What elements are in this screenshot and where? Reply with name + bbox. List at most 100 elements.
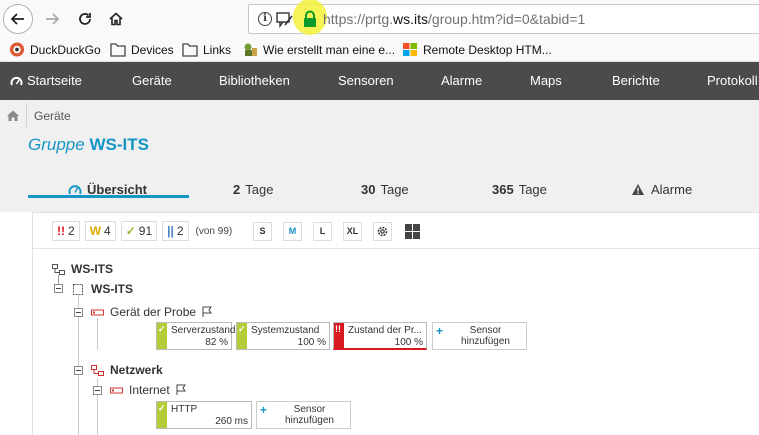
node-label: Gerät der Probe — [110, 305, 197, 319]
tab-alarme[interactable]: Alarme — [631, 180, 692, 198]
tab-number: 2 — [233, 181, 241, 197]
permissions-icon[interactable] — [276, 11, 294, 28]
url-domain: ws.its — [393, 11, 429, 27]
nav-item-alarme[interactable]: Alarme — [441, 62, 482, 100]
device-icon — [110, 387, 123, 393]
status-count: 91 — [138, 224, 153, 238]
alert-icon: !! — [335, 324, 341, 334]
down-icon: !! — [57, 224, 65, 238]
bookmark-remote-desktop[interactable]: Remote Desktop HTM... — [402, 41, 552, 58]
sensor-value: 82 % — [205, 337, 228, 348]
sensor-tile[interactable]: ✓ Serverzustand 82 % — [156, 322, 235, 350]
warning-icon — [632, 183, 644, 195]
add-sensor-button[interactable]: + Sensor hinzufügen — [432, 322, 527, 350]
tab-2-tage[interactable]: 2 Tage — [233, 180, 273, 198]
tree-device-node[interactable]: Gerät der Probe — [91, 305, 213, 319]
folder-icon — [110, 43, 126, 57]
url-text[interactable]: https://prtg.ws.its/group.htm?id=0&tabid… — [323, 11, 585, 27]
sensor-tile[interactable]: ✓ HTTP 260 ms — [156, 401, 252, 429]
nav-item-geraete[interactable]: Geräte — [132, 62, 172, 100]
arrow-right-icon — [46, 13, 60, 25]
status-up[interactable]: ✓ 91 — [120, 221, 158, 241]
url-bar[interactable]: i https://prtg.ws.its/group.htm?id=0&tab… — [248, 0, 759, 35]
device-icon — [91, 309, 104, 315]
settings-button[interactable] — [373, 222, 392, 241]
status-paused[interactable]: || 2 — [162, 221, 189, 241]
sensor-name: HTTP — [171, 404, 198, 415]
page-title-prefix: Gruppe — [28, 135, 85, 154]
check-icon: ✓ — [238, 324, 246, 334]
size-m-button[interactable]: M — [283, 222, 302, 241]
main-nav: Startseite Geräte Bibliotheken Sensoren … — [0, 62, 759, 100]
nav-item-protokoll[interactable]: Protokoll — [707, 62, 758, 100]
sensor-status-bar: ✓ — [237, 323, 247, 349]
collapse-toggle[interactable] — [74, 308, 83, 317]
node-label: WS-ITS — [71, 262, 113, 276]
gear-icon — [377, 226, 388, 237]
forward-button[interactable] — [37, 4, 67, 34]
bookmark-duckduckgo[interactable]: DuckDuckGo — [9, 41, 101, 58]
size-s-button[interactable]: S — [253, 222, 272, 241]
probe-icon — [73, 283, 83, 295]
status-down[interactable]: !! 2 — [52, 221, 80, 241]
tab-30-tage[interactable]: 30 Tage — [361, 180, 409, 198]
tree-root-node[interactable]: WS-ITS — [52, 262, 113, 276]
bookmark-label: Links — [203, 42, 232, 57]
flag-icon[interactable] — [176, 384, 187, 396]
home-icon[interactable] — [7, 110, 19, 121]
size-xl-button[interactable]: XL — [343, 222, 362, 241]
gauge-icon — [68, 184, 82, 194]
nav-item-bibliotheken[interactable]: Bibliotheken — [219, 62, 290, 100]
back-button[interactable] — [3, 4, 33, 34]
node-label: WS-ITS — [91, 282, 133, 296]
breadcrumb-item[interactable]: Geräte — [34, 109, 71, 123]
tab-label: Alarme — [651, 181, 693, 197]
tab-number: 30 — [361, 181, 376, 197]
bookmark-links[interactable]: Links — [182, 41, 231, 58]
grid-view-button[interactable] — [403, 222, 422, 241]
collapse-toggle[interactable] — [54, 284, 63, 293]
sensor-tile[interactable]: ✓ Systemzustand 100 % — [236, 322, 330, 350]
nav-item-berichte[interactable]: Berichte — [612, 62, 660, 100]
size-l-button[interactable]: L — [313, 222, 332, 241]
tab-365-tage[interactable]: 365 Tage — [492, 180, 547, 198]
page-title-name: WS-ITS — [89, 135, 149, 154]
lock-icon[interactable] — [302, 10, 318, 28]
browser-toolbar: i https://prtg.ws.its/group.htm?id=0&tab… — [0, 0, 759, 37]
collapse-toggle[interactable] — [93, 386, 102, 395]
add-sensor-button[interactable]: + Sensor hinzufügen — [256, 401, 351, 429]
add-sensor-label: Sensor hinzufügen — [461, 325, 510, 347]
tree-group-node[interactable]: WS-ITS — [72, 282, 133, 296]
reload-button[interactable] — [70, 4, 100, 34]
node-label: Netzwerk — [110, 363, 163, 377]
sensor-name: Systemzustand — [251, 325, 320, 336]
status-count: 4 — [104, 224, 111, 238]
bookmark-devices[interactable]: Devices — [110, 41, 174, 58]
tab-label: Tage — [518, 181, 547, 197]
arrow-left-icon — [10, 13, 24, 25]
nav-item-sensoren[interactable]: Sensoren — [338, 62, 394, 100]
nav-item-startseite[interactable]: Startseite — [10, 62, 82, 100]
sensor-tile[interactable]: !! Zustand der Pr... 100 % — [333, 322, 427, 350]
info-icon[interactable]: i — [258, 12, 272, 26]
total-count: (von 99) — [195, 225, 233, 237]
nav-item-maps[interactable]: Maps — [530, 62, 562, 100]
sensor-value: 100 % — [394, 337, 423, 348]
sensor-value: 100 % — [297, 337, 326, 348]
status-warning[interactable]: W 4 — [84, 221, 116, 241]
network-root-icon — [52, 263, 65, 275]
bookmark-label: DuckDuckGo — [30, 42, 101, 57]
collapse-toggle[interactable] — [74, 366, 83, 375]
tree-internet-node[interactable]: Internet — [110, 383, 187, 397]
breadcrumb: Geräte — [0, 100, 759, 130]
tab-label: Tage — [245, 181, 274, 197]
tree-network-node[interactable]: Netzwerk — [91, 363, 163, 377]
sensor-status-bar: !! — [334, 323, 344, 349]
sensor-name: Zustand der Pr... — [348, 325, 422, 336]
check-icon: ✓ — [158, 324, 166, 334]
url-prefix: https://prtg. — [323, 11, 394, 27]
home-button[interactable] — [101, 4, 131, 34]
flag-icon[interactable] — [202, 306, 213, 318]
group-icon — [91, 364, 104, 376]
bookmark-page[interactable]: Wie erstellt man eine e... — [242, 41, 395, 58]
